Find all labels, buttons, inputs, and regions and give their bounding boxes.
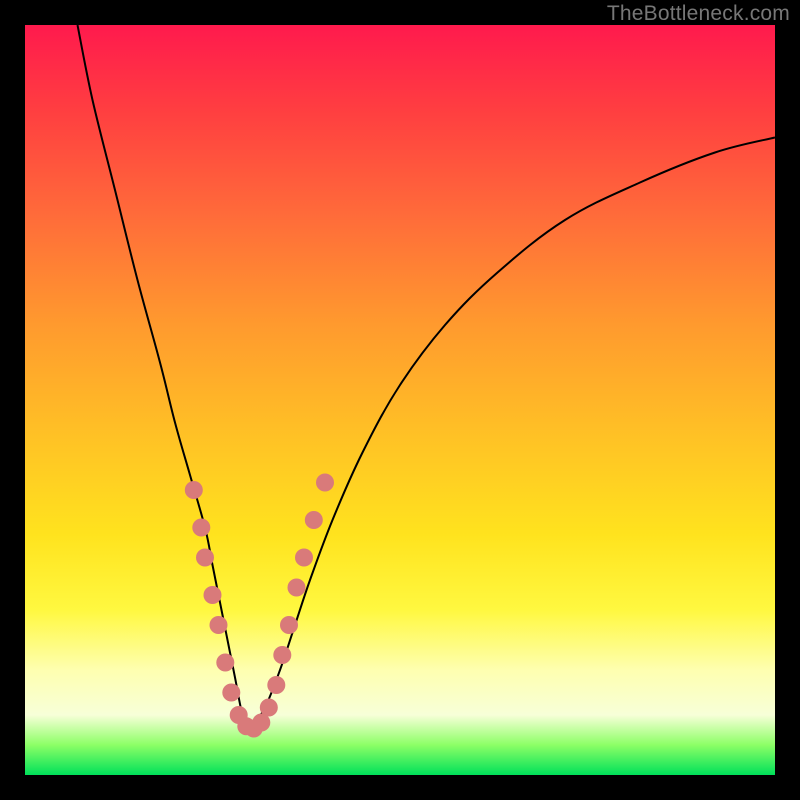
- highlight-dot: [185, 481, 203, 499]
- highlight-dot: [305, 511, 323, 529]
- highlight-dot: [280, 616, 298, 634]
- curve-layer: [25, 25, 775, 775]
- highlight-dot: [196, 549, 214, 567]
- highlight-dot: [222, 684, 240, 702]
- highlight-dot: [273, 646, 291, 664]
- highlight-dot: [204, 586, 222, 604]
- highlight-dot: [216, 654, 234, 672]
- highlight-dot: [288, 579, 306, 597]
- highlight-dot: [210, 616, 228, 634]
- right-branch: [250, 138, 775, 731]
- highlight-dot: [192, 519, 210, 537]
- highlight-dot: [260, 699, 278, 717]
- plot-area: [25, 25, 775, 775]
- highlight-dot: [295, 549, 313, 567]
- highlight-dots: [185, 474, 334, 738]
- highlight-dot: [267, 676, 285, 694]
- outer-frame: TheBottleneck.com: [0, 0, 800, 800]
- watermark-text: TheBottleneck.com: [607, 2, 790, 26]
- highlight-dot: [316, 474, 334, 492]
